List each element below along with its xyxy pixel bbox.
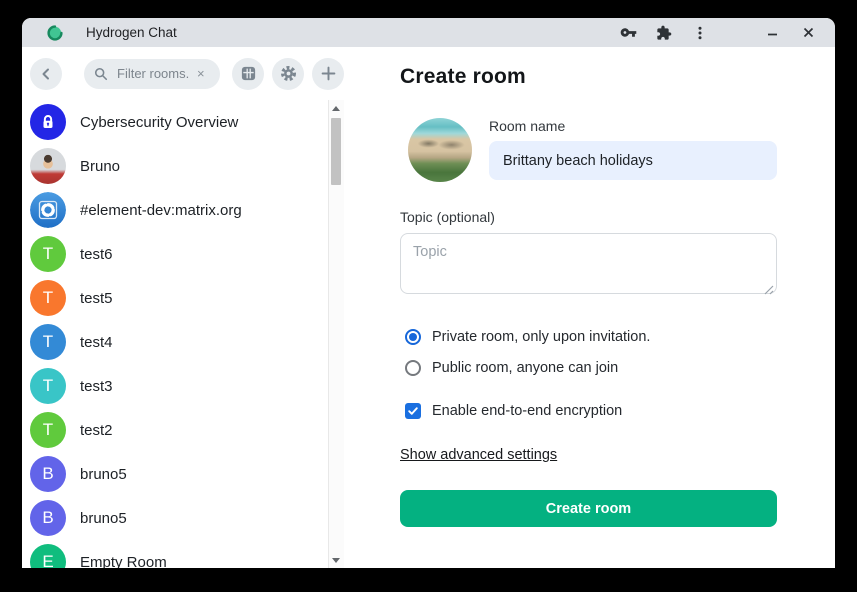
clear-filter-icon[interactable]: × <box>197 67 205 80</box>
room-list: Cybersecurity Overview Bruno #element-dev:… <box>22 100 344 568</box>
public-room-option[interactable]: Public room, anyone can join <box>405 357 777 379</box>
room-name: test3 <box>80 378 113 395</box>
initial-avatar: T <box>30 368 66 404</box>
lock-icon <box>39 113 57 131</box>
create-room-button[interactable]: Create room <box>400 490 777 527</box>
room-name: bruno5 <box>80 510 127 527</box>
room-name: test5 <box>80 290 113 307</box>
scroll-down-icon[interactable] <box>329 553 343 567</box>
lock-avatar <box>30 104 66 140</box>
element-logo-icon <box>30 192 66 228</box>
encryption-label: Enable end-to-end encryption <box>432 403 622 419</box>
initial-avatar: T <box>30 280 66 316</box>
initial-avatar: B <box>30 500 66 536</box>
extensions-icon[interactable] <box>653 22 675 44</box>
private-room-label: Private room, only upon invitation. <box>432 329 650 345</box>
room-name: #element-dev:matrix.org <box>80 202 242 219</box>
gear-icon <box>279 64 298 83</box>
room-list-item[interactable]: Ttest5 <box>30 276 344 320</box>
grid-icon <box>240 65 257 82</box>
room-name-label: Room name <box>489 118 777 134</box>
app-window: Hydrogen Chat <box>22 18 835 568</box>
create-room-panel: Create room Room name Topic (optional) P <box>344 47 835 568</box>
add-room-button[interactable] <box>312 58 344 90</box>
room-list-item[interactable]: Cybersecurity Overview <box>30 100 344 144</box>
private-room-option[interactable]: Private room, only upon invitation. <box>405 326 777 348</box>
resize-handle-icon[interactable] <box>764 285 774 295</box>
key-icon[interactable] <box>617 22 639 44</box>
hydrogen-logo-icon <box>47 25 63 41</box>
room-list-item[interactable]: Ttest3 <box>30 364 344 408</box>
room-name: Cybersecurity Overview <box>80 114 238 131</box>
encryption-checkbox[interactable] <box>405 403 421 419</box>
room-list-item[interactable]: Bbruno5 <box>30 452 344 496</box>
filter-rooms-field[interactable]: × <box>84 59 220 89</box>
grid-view-button[interactable] <box>232 58 264 90</box>
room-name: bruno5 <box>80 466 127 483</box>
kebab-menu-icon[interactable] <box>689 22 711 44</box>
checkmark-icon <box>407 405 419 417</box>
show-advanced-settings-link[interactable]: Show advanced settings <box>400 447 557 463</box>
scrollbar-thumb[interactable] <box>331 118 341 185</box>
plus-icon <box>321 66 336 81</box>
initial-avatar: B <box>30 456 66 492</box>
page-title: Create room <box>400 65 777 89</box>
room-list-item[interactable]: E Empty Room <box>30 540 344 568</box>
room-list-item[interactable]: Ttest2 <box>30 408 344 452</box>
scroll-up-icon[interactable] <box>329 101 343 115</box>
room-list-item[interactable]: #element-dev:matrix.org <box>30 188 344 232</box>
initial-avatar: T <box>30 412 66 448</box>
title-bar: Hydrogen Chat <box>22 18 835 47</box>
window-title: Hydrogen Chat <box>86 25 617 40</box>
public-room-label: Public room, anyone can join <box>432 360 618 376</box>
initial-avatar: T <box>30 236 66 272</box>
filter-rooms-input[interactable] <box>115 65 195 82</box>
room-list-item[interactable]: Ttest4 <box>30 320 344 364</box>
person-photo-avatar <box>30 148 66 184</box>
room-name: Empty Room <box>80 554 167 569</box>
room-name-input[interactable] <box>489 141 777 180</box>
sidebar-scrollbar[interactable] <box>328 100 344 568</box>
radio-public[interactable] <box>405 360 421 376</box>
topic-input[interactable] <box>400 233 777 294</box>
initial-avatar: T <box>30 324 66 360</box>
search-icon <box>94 67 108 81</box>
room-name: test2 <box>80 422 113 439</box>
room-name: Bruno <box>80 158 120 175</box>
room-list-item[interactable]: Ttest6 <box>30 232 344 276</box>
back-button[interactable] <box>30 58 62 90</box>
close-button[interactable] <box>797 22 819 44</box>
initial-avatar: E <box>30 544 66 568</box>
room-name: test4 <box>80 334 113 351</box>
radio-private[interactable] <box>405 329 421 345</box>
room-avatar-picker[interactable] <box>408 118 472 182</box>
sidebar: × <box>22 47 344 568</box>
sidebar-toolbar: × <box>22 47 344 100</box>
room-list-item[interactable]: Bbruno5 <box>30 496 344 540</box>
element-logo-avatar <box>30 192 66 228</box>
room-name: test6 <box>80 246 113 263</box>
minimize-button[interactable] <box>761 22 783 44</box>
room-list-item[interactable]: Bruno <box>30 144 344 188</box>
encryption-option[interactable]: Enable end-to-end encryption <box>405 400 777 422</box>
settings-button[interactable] <box>272 58 304 90</box>
topic-label: Topic (optional) <box>400 209 777 225</box>
